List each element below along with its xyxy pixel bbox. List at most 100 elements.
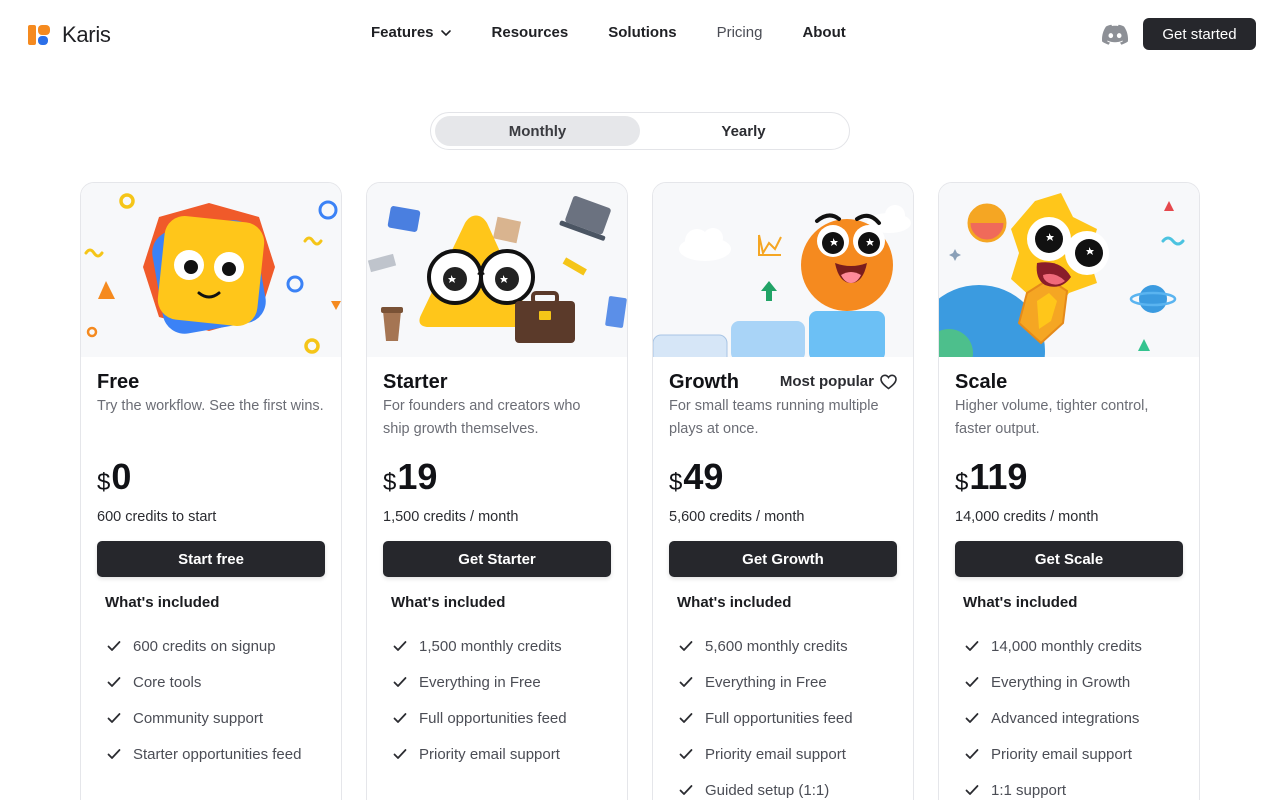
nav-item-label: Resources — [491, 24, 569, 41]
plan-illustration — [367, 183, 627, 357]
feature-item: Full opportunities feed — [393, 700, 611, 736]
price-currency: $ — [97, 469, 111, 496]
plan-body: Starter For founders and creators who sh… — [383, 371, 611, 772]
feature-item: 1,500 monthly credits — [393, 628, 611, 664]
check-icon — [107, 713, 121, 723]
get-growth-button[interactable]: Get Growth — [669, 541, 897, 577]
nav-item-solutions[interactable]: Solutions — [608, 24, 676, 41]
feature-item: Starter opportunities feed — [107, 736, 325, 772]
feature-list: 600 credits on signup Core tools Communi… — [107, 628, 325, 772]
feature-label: Everything in Growth — [991, 673, 1131, 691]
price-currency: $ — [383, 469, 397, 496]
get-starter-button[interactable]: Get Starter — [383, 541, 611, 577]
discord-icon[interactable] — [1102, 22, 1128, 46]
feature-label: Full opportunities feed — [419, 709, 567, 727]
price-amount: 49 — [683, 456, 724, 497]
check-icon — [965, 677, 979, 687]
nav-item-label: Solutions — [608, 24, 677, 41]
check-icon — [679, 641, 693, 651]
brand-logo[interactable]: Karis — [28, 22, 111, 48]
feature-label: Full opportunities feed — [705, 709, 853, 727]
price-currency: $ — [669, 469, 683, 496]
feature-label: Community support — [133, 709, 264, 727]
billing-toggle: Monthly Yearly — [430, 112, 850, 150]
feature-label: Priority email support — [705, 745, 846, 763]
nav-item-label: About — [802, 24, 846, 41]
feature-item: 14,000 monthly credits — [965, 628, 1183, 664]
toggle-yearly[interactable]: Yearly — [641, 116, 846, 146]
plan-name: Growth — [669, 371, 739, 393]
check-icon — [965, 749, 979, 759]
plan-body: Free Try the workflow. See the first win… — [97, 371, 325, 772]
check-icon — [393, 677, 407, 687]
plan-card-starter: Starter For founders and creators who sh… — [366, 182, 628, 800]
feature-item: Core tools — [107, 664, 325, 700]
plan-price: $ 0 — [97, 457, 325, 497]
plan-name: Free — [97, 371, 140, 393]
feature-list: 14,000 monthly credits Everything in Gro… — [965, 628, 1183, 800]
main-nav: Features Resources Solutions Pricing Abo… — [371, 24, 886, 41]
plan-card-free: Free Try the workflow. See the first win… — [80, 182, 342, 800]
included-heading: What's included — [677, 594, 792, 611]
check-icon — [107, 749, 121, 759]
check-icon — [679, 713, 693, 723]
get-started-button[interactable]: Get started — [1143, 18, 1256, 50]
price-amount: 0 — [111, 456, 132, 497]
plan-credits: 5,600 credits / month — [669, 509, 805, 525]
check-icon — [965, 641, 979, 651]
plan-credits: 600 credits to start — [97, 509, 217, 525]
plan-card-growth: Most popular Growth For small teams runn… — [652, 182, 914, 800]
plan-price: $ 119 — [955, 457, 1183, 497]
nav-item-label: Features — [371, 24, 434, 41]
plan-price: $ 19 — [383, 457, 611, 497]
feature-label: 1,500 monthly credits — [419, 637, 562, 655]
feature-item: Guided setup (1:1) — [679, 772, 897, 800]
feature-item: Priority email support — [393, 736, 611, 772]
check-icon — [679, 785, 693, 795]
check-icon — [107, 641, 121, 651]
feature-item: Everything in Growth — [965, 664, 1183, 700]
feature-label: Starter opportunities feed — [133, 745, 302, 763]
nav-item-resources[interactable]: Resources — [492, 24, 569, 41]
plan-name: Starter — [383, 371, 448, 393]
plan-name: Scale — [955, 371, 1008, 393]
included-heading: What's included — [963, 594, 1078, 611]
feature-label: Advanced integrations — [991, 709, 1140, 727]
feature-label: 1:1 support — [991, 781, 1067, 799]
feature-item: Priority email support — [965, 736, 1183, 772]
feature-label: 5,600 monthly credits — [705, 637, 848, 655]
toggle-monthly[interactable]: Monthly — [435, 116, 640, 146]
feature-label: Everything in Free — [419, 673, 541, 691]
feature-label: Everything in Free — [705, 673, 827, 691]
karis-logo-icon — [28, 25, 50, 45]
check-icon — [393, 713, 407, 723]
check-icon — [393, 641, 407, 651]
check-icon — [107, 677, 121, 687]
plan-description: Try the workflow. See the first wins. — [97, 398, 324, 414]
nav-item-features[interactable]: Features — [371, 24, 452, 41]
nav-item-about[interactable]: About — [802, 24, 845, 41]
feature-item: Advanced integrations — [965, 700, 1183, 736]
chevron-down-icon — [440, 29, 451, 36]
price-amount: 119 — [969, 456, 1028, 497]
feature-item: Everything in Free — [679, 664, 897, 700]
brand-name: Karis — [62, 22, 111, 47]
feature-list: 1,500 monthly credits Everything in Free… — [393, 628, 611, 772]
start-free-button[interactable]: Start free — [97, 541, 325, 577]
feature-item: Priority email support — [679, 736, 897, 772]
plan-card-scale: Scale Higher volume, tighter control, fa… — [938, 182, 1200, 800]
plan-credits: 14,000 credits / month — [955, 509, 1099, 525]
plan-illustration — [939, 183, 1199, 357]
feature-label: 14,000 monthly credits — [991, 637, 1142, 655]
feature-label: Core tools — [133, 673, 202, 691]
feature-label: Priority email support — [419, 745, 560, 763]
included-heading: What's included — [391, 594, 506, 611]
site-header: Karis Features Resources Solutions Prici… — [0, 0, 1280, 68]
plan-description: For founders and creators who ship growt… — [383, 398, 581, 437]
plan-price: $ 49 — [669, 457, 897, 497]
feature-item: Full opportunities feed — [679, 700, 897, 736]
nav-item-pricing[interactable]: Pricing — [717, 24, 763, 41]
get-scale-button[interactable]: Get Scale — [955, 541, 1183, 577]
check-icon — [965, 713, 979, 723]
plan-illustration — [81, 183, 341, 357]
